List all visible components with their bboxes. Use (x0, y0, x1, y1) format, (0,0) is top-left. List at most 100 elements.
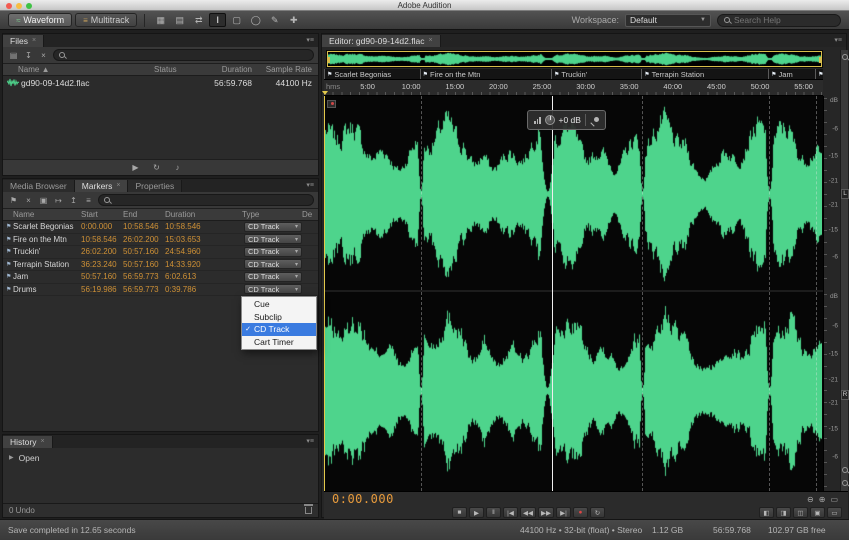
move-cti-to-next-button[interactable]: ▶| (556, 507, 571, 518)
marker-type-dropdown[interactable]: CD Track ▾ (244, 284, 302, 295)
tab-files[interactable]: Files × (3, 35, 45, 47)
zoom-in-horizontal-button[interactable]: ◧ (759, 507, 774, 518)
panel-menu-icon[interactable]: ▾≡ (830, 34, 846, 47)
close-window-button[interactable] (6, 3, 12, 9)
marker-row[interactable]: ⚑ Drums 56:19.986 56:59.773 0:39.786 CD Track… (3, 284, 318, 296)
tab-history[interactable]: History × (3, 436, 53, 448)
zoom-to-selection-button[interactable]: ▣ (810, 507, 825, 518)
track-marker[interactable]: ⚑ Scarlet Begonias (324, 69, 391, 79)
zoom-in-icon[interactable] (842, 467, 848, 473)
pause-button[interactable]: ‖ (486, 507, 501, 518)
help-search-input[interactable] (734, 15, 834, 25)
import-file-button[interactable]: ↧ (22, 49, 35, 61)
trash-icon[interactable] (304, 504, 313, 514)
marker-row[interactable]: ⚑ Truckin' 26:02.200 50:57.160 24:54.960 CD T… (3, 246, 318, 259)
track-marker[interactable]: ⚑Drums (815, 69, 823, 79)
zoom-full-view-button[interactable]: ▭ (830, 495, 838, 504)
export-markers-button[interactable]: ↥ (67, 194, 80, 206)
spectral-pitch-display-button[interactable]: ▤ (171, 13, 188, 27)
marker-type-dropdown[interactable]: CD Track ▾ (244, 271, 302, 282)
open-file-button[interactable]: ▤ (7, 49, 20, 61)
minimize-window-button[interactable] (16, 3, 22, 9)
add-cue-marker-button[interactable]: ⚑ (7, 194, 20, 206)
history-item[interactable]: ▶ Open (3, 451, 318, 464)
waveform-view-button[interactable]: ≈ Waveform (8, 13, 73, 27)
delete-marker-button[interactable]: × (22, 194, 35, 206)
stop-button[interactable]: ■ (452, 507, 467, 518)
lasso-selection-tool[interactable]: ◯ (247, 13, 264, 27)
menu-item-cue[interactable]: ✓Cue (242, 298, 316, 311)
tab-properties[interactable]: Properties (128, 180, 183, 192)
zoom-window-button[interactable] (26, 3, 32, 9)
markers-search-input[interactable] (114, 195, 308, 205)
marquee-selection-tool[interactable]: ▢ (228, 13, 245, 27)
track-marker[interactable]: ⚑ Jam (768, 69, 793, 79)
channel-badge-left[interactable]: L (841, 189, 849, 199)
file-row[interactable]: gd90-09-14d2.flac 56:59.768 44100 Hz (3, 76, 318, 89)
marker-type-dropdown[interactable]: CD Track ▾ (244, 221, 302, 232)
waveform-channel-right-canvas[interactable] (325, 293, 822, 489)
spot-healing-brush-tool[interactable]: ✚ (285, 13, 302, 27)
panel-menu-icon[interactable]: ▾≡ (302, 179, 318, 192)
move-cti-to-previous-button[interactable]: |◀ (503, 507, 518, 518)
play-preview-button[interactable]: ▶ (129, 162, 142, 174)
time-selection-tool[interactable]: I (209, 13, 227, 27)
zoom-out-icon[interactable] (842, 480, 848, 486)
close-icon[interactable]: × (32, 35, 36, 47)
tab-media-browser[interactable]: Media Browser (3, 180, 75, 192)
multitrack-view-button[interactable]: ≡ Multitrack (75, 13, 138, 27)
close-icon[interactable]: × (428, 35, 432, 47)
play-button[interactable]: ▶ (469, 507, 484, 518)
tab-editor[interactable]: Editor: gd90-09-14d2.flac × (322, 35, 441, 47)
merge-markers-button[interactable]: ▣ (37, 194, 50, 206)
files-column-header[interactable]: Name ▲ Status Duration Sample Rate (3, 64, 318, 76)
zoom-icon[interactable] (842, 54, 848, 60)
loop-playback-button[interactable]: ↻ (590, 507, 605, 518)
playhead-handle[interactable] (322, 91, 328, 95)
close-file-button[interactable]: × (37, 49, 50, 61)
marker-row[interactable]: ⚑ Scarlet Begonias 0:00.000 10:58.546 10:58.… (3, 221, 318, 234)
timeline-ruler[interactable]: hms 5:00 10:00 15:00 20:00 25:00 30:00 35:00 40… (322, 80, 823, 96)
close-icon[interactable]: × (116, 180, 120, 192)
close-icon[interactable]: × (40, 436, 44, 448)
marker-row[interactable]: ⚑ Terrapin Station 36:23.240 50:57.160 14:33… (3, 259, 318, 271)
menu-item-cart-timer[interactable]: ✓Cart Timer (242, 336, 316, 349)
channel-divider[interactable] (324, 290, 823, 292)
pin-icon[interactable] (590, 116, 599, 125)
marker-row[interactable]: ⚑ Fire on the Mtn 10:58.546 26:02.200 15:03.… (3, 234, 318, 246)
move-tool[interactable]: ⇄ (190, 13, 207, 27)
waveform-overview[interactable] (326, 50, 823, 68)
current-time-display[interactable]: 0:00.000 (332, 492, 394, 506)
effects-indicator-icon[interactable] (327, 100, 336, 108)
markers-column-header[interactable]: Name Start End Duration Type De (3, 209, 318, 221)
fast-forward-button[interactable]: ▶▶ (538, 507, 554, 518)
gain-hud[interactable]: +0 dB (527, 110, 606, 130)
markers-strip[interactable]: ⚑ Scarlet Begonias ⚑ Fire on the Mtn ⚑ Trucki… (324, 69, 823, 80)
panel-menu-icon[interactable]: ▾≡ (302, 435, 318, 448)
rewind-button[interactable]: ◀◀ (520, 507, 536, 518)
files-search-input[interactable] (69, 50, 308, 60)
menu-item-cd-track[interactable]: ✓ CD Track (242, 323, 316, 336)
auto-play-button[interactable]: ♪ (171, 162, 184, 174)
amplitude-ruler[interactable]: dB -6 -6 -15 -15 -21 -21 dB -6 -6 -15 -15 -21 -21 (823, 96, 840, 491)
track-marker[interactable]: ⚑ Truckin' (550, 69, 587, 79)
tab-markers[interactable]: Markers × (74, 180, 129, 192)
track-marker[interactable]: ⚑ Fire on the Mtn (419, 69, 480, 79)
zoom-full-button[interactable]: ▭ (827, 507, 842, 518)
track-marker[interactable]: ⚑ Terrapin Station (641, 69, 704, 79)
marker-row[interactable]: ⚑ Jam 50:57.160 56:59.773 6:02.613 CD Track ▾ (3, 271, 318, 284)
record-button[interactable]: ● (573, 507, 588, 518)
loop-preview-button[interactable]: ↻ (150, 162, 163, 174)
channel-badge-right[interactable]: R (841, 390, 849, 400)
zoom-in-button[interactable]: ⊕ (819, 495, 826, 504)
marker-type-dropdown[interactable]: CD Track ▾ (244, 234, 302, 245)
paintbrush-selection-tool[interactable]: ✎ (266, 13, 283, 27)
range-marker-button[interactable]: ↦ (52, 194, 65, 206)
zoom-in-vertical-button[interactable]: ◫ (793, 507, 808, 518)
workspace-select[interactable]: Default ▼ (625, 13, 711, 27)
gain-knob[interactable] (544, 115, 555, 125)
marker-type-dropdown[interactable]: CD Track ▾ (244, 246, 302, 257)
panel-menu-icon[interactable]: ▾≡ (302, 34, 318, 47)
marker-type-dropdown[interactable]: CD Track ▾ (244, 259, 302, 270)
zoom-out-horizontal-button[interactable]: ◨ (776, 507, 791, 518)
